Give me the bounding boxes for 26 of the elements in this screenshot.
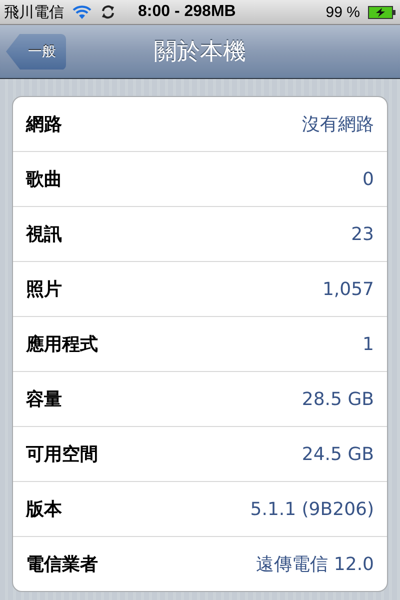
back-button[interactable]: 一般 (6, 34, 66, 70)
row-label: 容量 (26, 388, 62, 411)
row-value: 24.5 GB (302, 444, 374, 464)
battery-percent: 99 % (326, 4, 360, 20)
row-label: 應用程式 (26, 333, 98, 356)
row-value: 沒有網路 (302, 113, 374, 136)
row-value: 28.5 GB (302, 388, 374, 410)
time-memory-text: 8:00 - 298MB (138, 3, 236, 21)
row-label: 歌曲 (26, 168, 62, 191)
carrier-name: 飛川電信 (4, 2, 64, 22)
sync-icon (100, 4, 116, 20)
row-label: 網路 (26, 113, 62, 136)
row-label: 版本 (26, 498, 62, 521)
row-value: 遠傳電信 12.0 (256, 553, 374, 576)
battery-charging-icon (368, 6, 396, 18)
row-value: 1,057 (322, 278, 374, 300)
row-label: 視訊 (26, 223, 62, 246)
row-label: 可用空間 (26, 443, 98, 466)
wifi-icon (72, 4, 92, 20)
page-title: 關於本機 (154, 38, 246, 67)
row-label: 電信業者 (26, 553, 98, 576)
row-value: 5.1.1 (9B206) (250, 498, 374, 520)
row-value: 0 (362, 168, 374, 190)
row-value: 23 (351, 224, 374, 244)
row-label: 照片 (26, 278, 62, 301)
row-value: 1 (362, 334, 374, 354)
